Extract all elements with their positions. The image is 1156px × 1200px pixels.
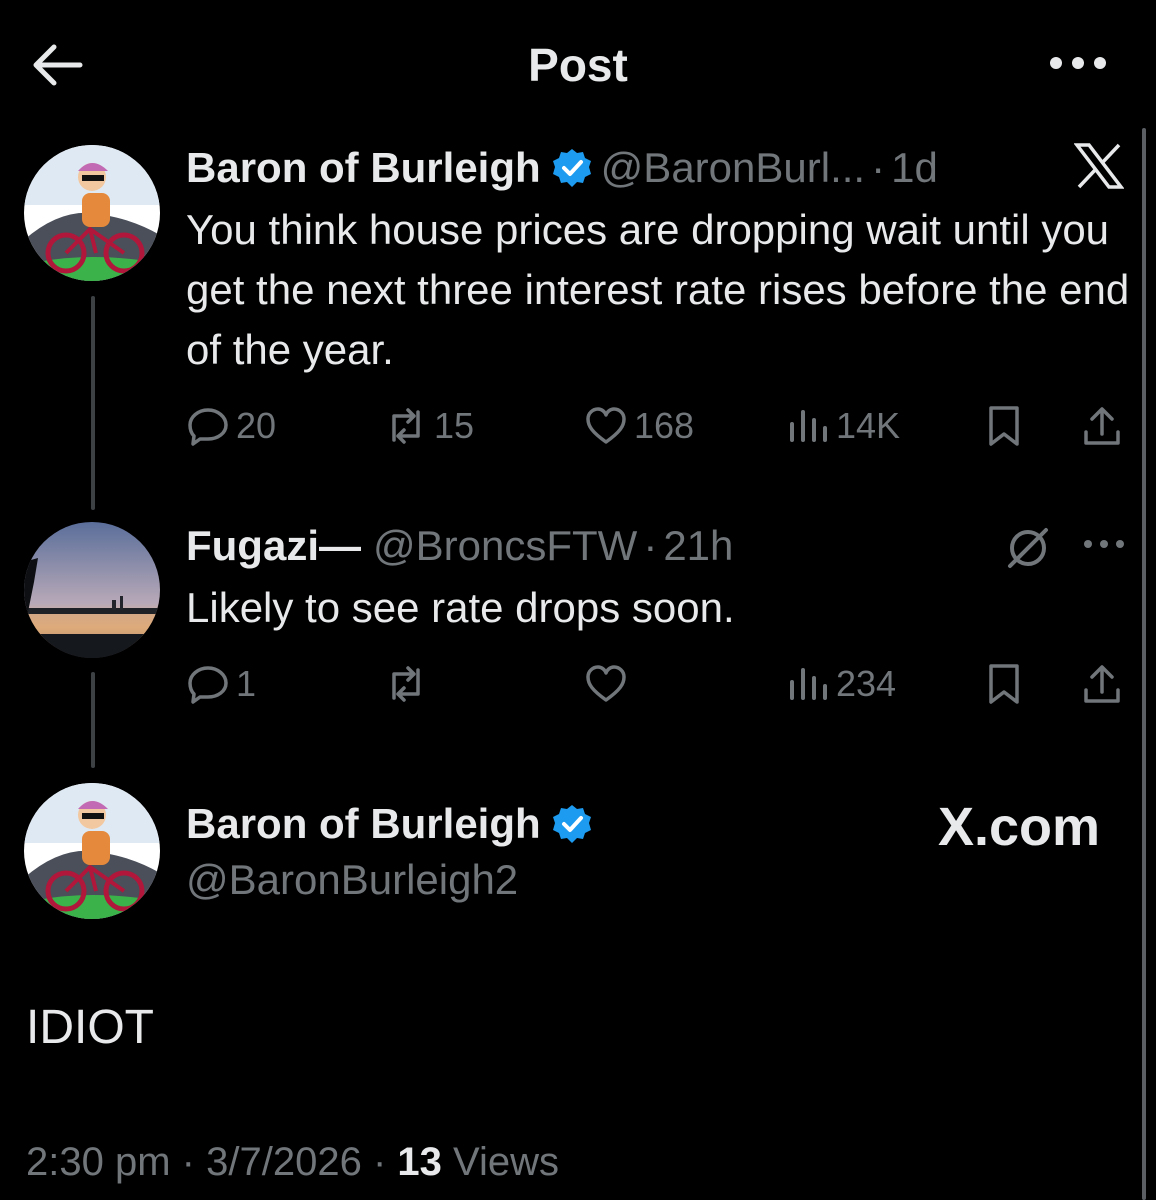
thread-line	[91, 296, 95, 510]
avatar-baron[interactable]	[24, 783, 160, 919]
reply-button[interactable]: 1	[186, 654, 256, 714]
post-time[interactable]: 2:30 pm	[26, 1140, 171, 1184]
tweet1-author-name[interactable]: Baron of Burleigh	[186, 144, 541, 192]
separator-dot: ·	[643, 522, 658, 569]
reply-icon	[188, 408, 228, 446]
tweet2-author-name[interactable]: Fugazi—	[186, 522, 361, 570]
more-horizontal-icon	[1084, 540, 1124, 548]
like-button[interactable]: 168	[584, 396, 694, 456]
more-horizontal-icon	[1050, 57, 1106, 69]
tweet1-handle[interactable]: @BaronBurl...	[601, 144, 865, 192]
reply-count: 20	[236, 405, 277, 446]
tweet1-header: Baron of Burleigh @BaronBurl... · 1d	[186, 140, 938, 196]
views-count: 234	[836, 663, 897, 704]
views-button[interactable]: 14K	[786, 396, 900, 456]
bookmark-button[interactable]	[982, 396, 1026, 456]
avatar-baron[interactable]	[24, 145, 160, 281]
views-button[interactable]: 234	[786, 654, 896, 714]
share-icon	[1084, 665, 1120, 703]
tweet2-handle[interactable]: @BroncsFTW	[373, 522, 637, 570]
main-post-author-name[interactable]: Baron of Burleigh	[186, 800, 541, 848]
repost-icon	[392, 408, 420, 444]
avatar-fugazi[interactable]	[24, 522, 160, 658]
tweet2-more-button[interactable]	[1082, 534, 1126, 559]
scrollbar[interactable]	[1142, 128, 1146, 1200]
share-icon	[1084, 407, 1120, 445]
tweet2-actions: 1 234	[186, 654, 1136, 714]
verified-badge-icon	[551, 147, 593, 189]
page-title: Post	[528, 39, 628, 91]
repost-button[interactable]	[384, 654, 428, 714]
main-post-handle-row: @BaronBurleigh2	[186, 852, 518, 908]
verified-badge-icon	[551, 803, 593, 845]
post-meta: 2:30 pm · 3/7/2026 · 13 Views	[26, 1140, 559, 1185]
bookmark-button[interactable]	[982, 654, 1026, 714]
post-date[interactable]: 3/7/2026	[206, 1140, 362, 1184]
heart-icon	[586, 407, 626, 444]
separator-dot: ·	[871, 144, 886, 191]
top-bar: Post	[0, 0, 1156, 130]
like-button[interactable]	[584, 654, 628, 714]
separator-dot: ·	[372, 1140, 387, 1184]
main-post-header: Baron of Burleigh	[186, 796, 601, 852]
tweet2-text: Likely to see rate drops soon.	[186, 584, 735, 631]
post-views-count[interactable]: 13	[397, 1140, 442, 1184]
bookmark-icon	[989, 664, 1019, 704]
tweet2-header: Fugazi— @BroncsFTW · 21h	[186, 518, 733, 574]
thread-line	[91, 672, 95, 768]
main-post-handle[interactable]: @BaronBurleigh2	[186, 856, 518, 904]
sunset-lake-avatar-image	[24, 522, 160, 658]
repost-icon	[392, 666, 420, 702]
heart-icon	[586, 665, 626, 702]
cyclist-avatar-image	[24, 145, 160, 281]
tweet1-actions: 20 15 168 14K	[186, 396, 1136, 456]
reply-icon	[188, 666, 228, 704]
share-button[interactable]	[1080, 396, 1124, 456]
x-com-watermark: X.com	[937, 797, 1100, 857]
tweet2-time[interactable]: 21h	[663, 522, 733, 570]
tweet1-text: You think house prices are dropping wait…	[186, 206, 1130, 373]
x-logo-icon	[1073, 142, 1125, 195]
separator-dot: ·	[181, 1140, 195, 1184]
reply-count: 1	[236, 663, 257, 704]
reply-button[interactable]: 20	[186, 396, 276, 456]
repost-count: 15	[434, 405, 475, 446]
cyclist-avatar-image	[24, 783, 160, 919]
grok-icon[interactable]	[1004, 524, 1052, 577]
bookmark-icon	[989, 406, 1019, 446]
more-options-button[interactable]	[1048, 48, 1108, 78]
tweet1-time[interactable]: 1d	[891, 144, 938, 192]
post-views-label: Views	[453, 1140, 559, 1184]
repost-button[interactable]: 15	[384, 396, 474, 456]
share-button[interactable]	[1080, 654, 1124, 714]
main-post-text: IDIOT	[26, 1001, 154, 1054]
analytics-icon	[790, 410, 827, 442]
like-count: 168	[634, 405, 695, 446]
views-count: 14K	[836, 405, 901, 446]
analytics-icon	[790, 668, 827, 700]
